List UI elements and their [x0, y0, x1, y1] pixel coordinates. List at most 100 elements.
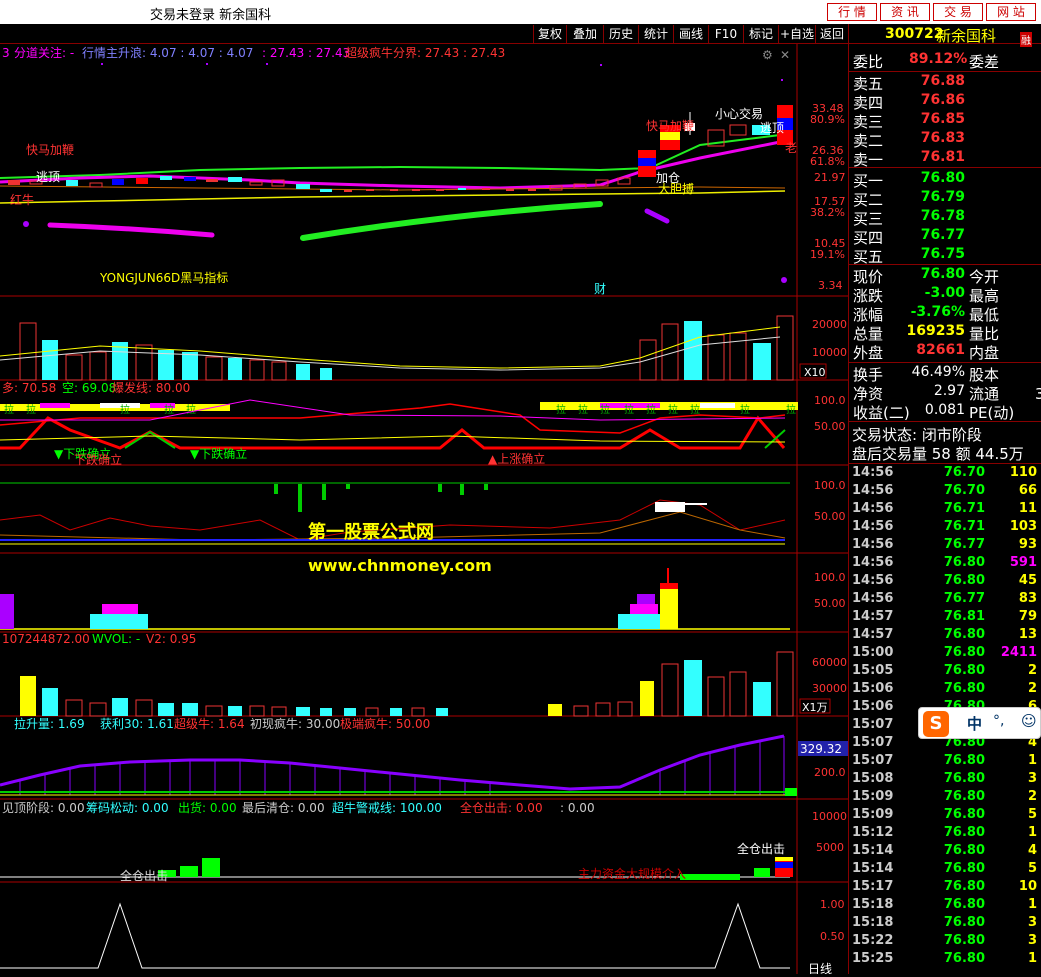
panel7-legend-a: 拉升量: 1.69	[14, 716, 85, 731]
svg-text:拉: 拉	[786, 403, 796, 416]
svg-text:拉: 拉	[690, 403, 700, 416]
close-icon: ✕	[780, 48, 790, 62]
svg-text:拉: 拉	[600, 403, 610, 416]
tick-volume: 2411	[1000, 645, 1037, 660]
chart-area[interactable]: 3 分道关注: - 行情主升浪: 4.07 : 4.07 : 4.07 : 27…	[0, 44, 848, 976]
bid-price: 76.79	[920, 189, 965, 205]
panel3-legend-b: 空: 69.08	[62, 381, 116, 395]
ime-toolbar[interactable]: S 中 °, ☺	[918, 707, 1041, 739]
green-curve	[300, 201, 603, 241]
tab-hangqing[interactable]: 行 情	[827, 3, 877, 21]
stat-row: 总量 169235 量比	[849, 323, 1041, 343]
unit-label: X1万	[802, 701, 828, 714]
stat-label: 现价	[853, 268, 884, 286]
up-label-a: ▲上涨确立	[488, 451, 545, 466]
ime-logo-icon[interactable]: S	[923, 711, 949, 737]
tick-time: 15:07	[852, 753, 894, 768]
ask-row[interactable]: 卖三 76.85	[849, 111, 1041, 131]
ask-row[interactable]: 卖二 76.83	[849, 130, 1041, 150]
axis-label: 200.0	[814, 766, 846, 779]
ask-row[interactable]: 卖五 76.88	[849, 73, 1041, 93]
ask-label: 卖四	[853, 94, 884, 112]
back-button[interactable]: 返回	[815, 25, 848, 43]
bid-price: 76.80	[920, 170, 965, 186]
diejia-button[interactable]: 叠加	[566, 25, 603, 43]
axis-box-value: 329.32	[800, 742, 842, 756]
tab-wangzhan[interactable]: 网 站	[986, 3, 1036, 21]
panel8-legend-e: 超牛警戒线: 100.00	[332, 800, 442, 815]
lishi-button[interactable]: 历史	[603, 25, 638, 43]
stat-value: 76.80	[920, 266, 965, 282]
svg-text:拉: 拉	[646, 403, 656, 416]
gear-icon: ⚙	[762, 48, 773, 62]
axis-label: 0.50	[820, 930, 845, 943]
panel1-legend-b: 行情主升浪: 4.07 : 4.07 : 4.07	[82, 45, 253, 60]
ime-lang[interactable]: 中	[967, 713, 982, 734]
ask-row[interactable]: 卖四 76.86	[849, 92, 1041, 112]
panel1-legend-d: 超级疯牛分界: 27.43 : 27.43	[345, 45, 505, 60]
stat2-value: 46.49%	[911, 364, 965, 380]
svg-text:拉: 拉	[186, 403, 196, 416]
f10-button[interactable]: F10	[708, 25, 743, 43]
tab-zixun[interactable]: 资 讯	[880, 3, 930, 21]
quote-panel: 300722 新余国科 融 委比 89.12% 委差 卖五 76.88 卖四 76.8…	[848, 24, 1041, 974]
biaoji-button[interactable]: 标记	[743, 25, 778, 43]
weibi-label: 委比	[853, 53, 884, 71]
stat-row: 涨跌 -3.00 最高	[849, 285, 1041, 305]
bid-label: 买二	[853, 191, 884, 209]
zhuli-label: 主力资金大规模介入	[578, 866, 686, 881]
panel6-legend-a: 107244872.00	[2, 632, 90, 646]
panel8-legend-f: 全仓出击: 0.00	[460, 800, 543, 815]
axis-label: 100.0	[814, 571, 846, 584]
stat-label-2: 最低	[969, 306, 1000, 324]
bid-row[interactable]: 买四 76.77	[849, 227, 1041, 247]
bid-row[interactable]: 买二 76.79	[849, 189, 1041, 209]
stat2-label-2: 流通	[969, 385, 1000, 403]
stat2-row: 换手 46.49% 股本	[849, 364, 1041, 384]
tick-price: 76.80	[943, 771, 985, 786]
panel8-legend-c: 出货: 0.00	[178, 800, 237, 815]
fuquan-button[interactable]: 复权	[533, 25, 566, 43]
huaxian-button[interactable]: 画线	[673, 25, 708, 43]
annotation-dadanbo: 大胆搏	[658, 182, 694, 196]
stat-row: 外盘 82661 内盘	[849, 342, 1041, 362]
tick-price: 76.80	[943, 807, 985, 822]
tick-volume: 1	[1027, 951, 1037, 966]
tick-time: 14:56	[852, 537, 894, 552]
svg-text:拉: 拉	[740, 403, 750, 416]
tick-time: 15:25	[852, 951, 894, 966]
bid-row[interactable]: 买一 76.80	[849, 170, 1041, 190]
stat-value: -3.00	[924, 285, 965, 301]
ask-price: 76.81	[920, 149, 965, 165]
ime-emoji-icon[interactable]: ☺	[1021, 712, 1037, 730]
stat-value: 82661	[916, 342, 965, 358]
ask-row[interactable]: 卖一 76.81	[849, 149, 1041, 169]
tick-volume: 83	[1018, 591, 1037, 606]
panel-settings-icons[interactable]: ⚙ ✕	[762, 48, 790, 62]
tick-time: 14:56	[852, 555, 894, 570]
tick-price: 76.80	[943, 951, 985, 966]
svg-text:拉: 拉	[26, 403, 36, 416]
tick-row: 15:14 76.80 5	[849, 861, 1041, 879]
add-favorite-button[interactable]: +自选	[778, 25, 815, 43]
tick-row: 14:56 76.70 110	[849, 465, 1041, 483]
annotation-taoding-right: 逃顶	[760, 121, 784, 135]
tick-time: 14:56	[852, 573, 894, 588]
bid-row[interactable]: 买五 76.75	[849, 246, 1041, 266]
svg-text:拉: 拉	[624, 403, 634, 416]
tick-time: 15:07	[852, 735, 894, 750]
tab-jiaoyi[interactable]: 交 易	[933, 3, 983, 21]
stat2-label: 换手	[853, 366, 884, 384]
tongji-button[interactable]: 统计	[638, 25, 673, 43]
tick-row: 15:17 76.80 10	[849, 879, 1041, 897]
tick-volume: 93	[1018, 537, 1037, 552]
svg-text:拉: 拉	[120, 403, 130, 416]
tick-row: 15:12 76.80 1	[849, 825, 1041, 843]
bid-row[interactable]: 买三 76.78	[849, 208, 1041, 228]
ime-punct[interactable]: °,	[993, 713, 1004, 729]
tick-row: 14:56 76.71 103	[849, 519, 1041, 537]
tick-price: 76.80	[943, 627, 985, 642]
tick-volume: 5	[1027, 807, 1037, 822]
axis-label: 80.9%	[810, 113, 845, 126]
liutong-extra: 3	[1035, 385, 1041, 403]
